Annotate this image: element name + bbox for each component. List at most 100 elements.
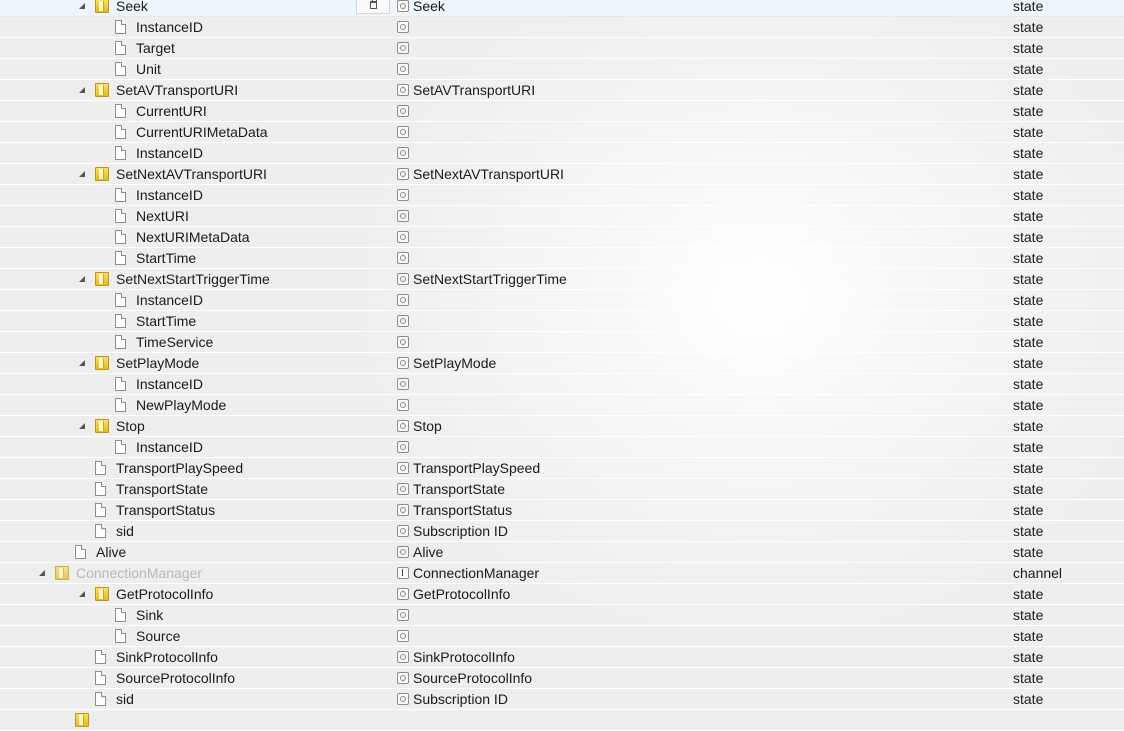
file-icon [75,545,86,559]
tree-row-label: InstanceID [136,376,203,392]
tree-row-setplaymode-newplaymode[interactable]: NewPlayMode state [0,395,1124,416]
tree-row-sinkprotocolinfo[interactable]: SinkProtocolInfo SinkProtocolInfo state [0,647,1124,668]
file-icon [115,608,126,622]
tree-row-label: GetProtocolInfo [116,586,214,602]
role-state-icon [397,294,409,306]
tree-row-setnextstarttriggertime-timeservice[interactable]: TimeService state [0,332,1124,353]
tree-row-setnextstarttriggertime-starttime[interactable]: StartTime state [0,311,1124,332]
role-state-icon [397,693,409,705]
collapse-arrow-icon[interactable] [78,164,88,184]
tree-row-seek[interactable]: Seek Seek state [0,0,1124,17]
collapse-arrow-icon[interactable] [78,353,88,373]
tree-row-setplaymode[interactable]: SetPlayMode SetPlayMode state [0,353,1124,374]
tree-row-label: TransportStatus [116,502,216,518]
collapse-arrow-icon[interactable] [78,584,88,604]
tree-row-label: NextURI [136,208,189,224]
tree-row-label: NextURIMetaData [136,229,250,245]
tree-row-setnextstarttriggertime[interactable]: SetNextStartTriggerTime SetNextStartTrigg… [0,269,1124,290]
object-type: state [1013,40,1044,56]
role-state-icon [397,273,409,285]
tree-row-label: StartTime [136,250,197,266]
collapse-arrow-icon[interactable] [78,269,88,289]
object-name: Subscription ID [413,523,508,539]
tree-row-seek-unit[interactable]: Unit state [0,59,1124,80]
object-name: Alive [413,544,444,560]
file-icon [115,314,126,328]
tree-row-seek-target[interactable]: Target state [0,38,1124,59]
tree-row-transportstate[interactable]: TransportState TransportState state [0,479,1124,500]
role-state-icon [397,609,409,621]
tree-row-transportplayspeed[interactable]: TransportPlaySpeed TransportPlaySpeed stat… [0,458,1124,479]
object-name: SetNextAVTransportURI [413,166,564,182]
tree-row-label: InstanceID [136,145,203,161]
tree-row-getprotocolinfo[interactable]: GetProtocolInfo GetProtocolInfo state [0,584,1124,605]
object-name: Subscription ID [413,691,508,707]
tree-row-avtransport-sid[interactable]: sid Subscription ID state [0,521,1124,542]
object-type: state [1013,166,1044,182]
tree-row-stop-instanceid[interactable]: InstanceID state [0,437,1124,458]
role-state-icon [397,231,409,243]
tree-row-getprotocolinfo-sink[interactable]: Sink state [0,605,1124,626]
collapse-arrow-icon[interactable] [78,0,88,16]
tree-row-getprotocolinfo-source[interactable]: Source state [0,626,1124,647]
file-icon [115,104,126,118]
tree-row-label: TimeService [136,334,214,350]
tree-row-label: NewPlayMode [136,397,227,413]
tree-row-setnextstarttriggertime-instanceid[interactable]: InstanceID state [0,290,1124,311]
tree-row-setplaymode-instanceid[interactable]: InstanceID state [0,374,1124,395]
tree-row-label: Seek [116,0,148,14]
role-state-icon [397,525,409,537]
tree-row-seek-instanceid[interactable]: InstanceID state [0,17,1124,38]
folder-icon [55,566,69,580]
object-type: state [1013,61,1044,77]
tree-row-setavtransporturi[interactable]: SetAVTransportURI SetAVTransportURI state [0,80,1124,101]
tree-row-setavtransporturi-currenturimetadata[interactable]: CurrentURIMetaData state [0,122,1124,143]
file-icon [115,251,126,265]
object-type: state [1013,145,1044,161]
object-name: SetAVTransportURI [413,82,536,98]
tree-row-label: StartTime [136,313,197,329]
tree-row-label: SetPlayMode [116,355,200,371]
collapse-arrow-icon[interactable] [38,563,48,583]
tree-row-setnextavtransporturi-instanceid[interactable]: InstanceID state [0,185,1124,206]
tree-row-setnextavtransporturi[interactable]: SetNextAVTransportURI SetNextAVTransportU… [0,164,1124,185]
tree-row-label: SinkProtocolInfo [116,649,218,665]
tree-row-connectionmanager[interactable]: ConnectionManager ConnectionManager channe… [0,563,1124,584]
tree-row-label: Sink [136,607,164,623]
object-type: state [1013,439,1044,455]
object-type: state [1013,586,1044,602]
role-state-icon [397,84,409,96]
object-type: state [1013,544,1044,560]
file-icon [115,209,126,223]
role-state-icon [397,315,409,327]
object-name: ConnectionManager [413,565,540,581]
collapse-arrow-icon[interactable] [78,416,88,436]
folder-icon [95,167,109,181]
tree-row-sourceprotocolinfo[interactable]: SourceProtocolInfo SourceProtocolInfo stat… [0,668,1124,689]
object-type: state [1013,82,1044,98]
delete-object-button[interactable] [356,0,390,14]
tree-row-transportstatus[interactable]: TransportStatus TransportStatus state [0,500,1124,521]
tree-row-setnextavtransporturi-starttime[interactable]: StartTime state [0,248,1124,269]
role-state-icon [397,147,409,159]
object-type: state [1013,313,1044,329]
object-type: state [1013,481,1044,497]
tree-row-setnextavtransporturi-nexturimetadata[interactable]: NextURIMetaData state [0,227,1124,248]
file-icon [115,293,126,307]
tree-row-label: Source [136,628,181,644]
tree-row-label: SourceProtocolInfo [116,670,236,686]
file-icon [95,482,106,496]
tree-row-next-folder-partial[interactable] [0,710,1124,731]
role-state-icon [397,630,409,642]
tree-row-alive[interactable]: Alive Alive state [0,542,1124,563]
tree-row-setavtransporturi-instanceid[interactable]: InstanceID state [0,143,1124,164]
file-icon [115,146,126,160]
tree-row-label: CurrentURI [136,103,207,119]
role-state-icon [397,399,409,411]
collapse-arrow-icon[interactable] [78,80,88,100]
folder-icon [95,0,109,13]
tree-row-setavtransporturi-currenturi[interactable]: CurrentURI state [0,101,1124,122]
tree-row-setnextavtransporturi-nexturi[interactable]: NextURI state [0,206,1124,227]
tree-row-connectionmanager-sid[interactable]: sid Subscription ID state [0,689,1124,710]
tree-row-stop[interactable]: Stop Stop state [0,416,1124,437]
